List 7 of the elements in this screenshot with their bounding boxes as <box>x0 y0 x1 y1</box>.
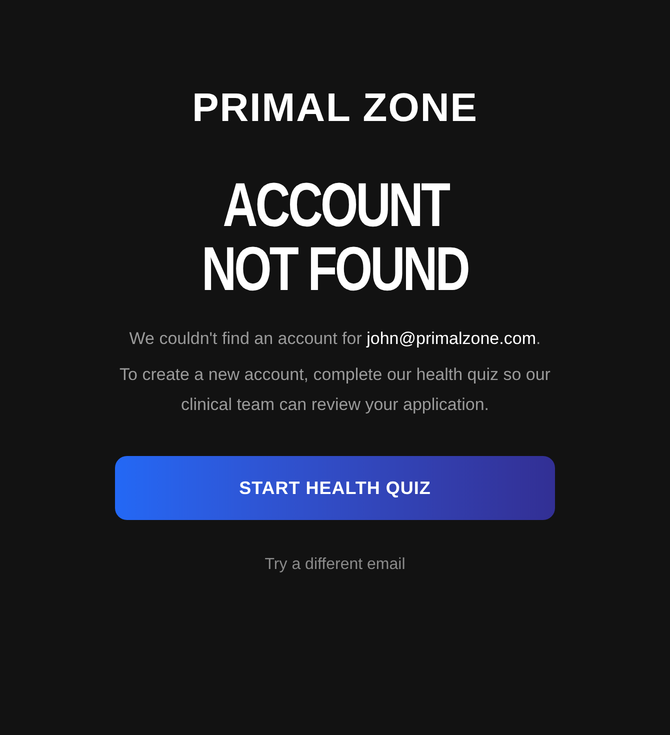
brand-logo: PRIMAL ZONE <box>192 86 478 130</box>
explanation-text: To create a new account, complete our health quiz so our clinical team can review your application. <box>118 364 552 416</box>
page-heading: ACCOUNT <box>222 174 448 238</box>
page-heading: NOT FOUND <box>202 238 468 302</box>
not-found-message: We couldn't find an account for john@primalzone.com. <box>128 328 542 350</box>
different-email-link[interactable]: Try a different email <box>264 553 406 577</box>
start-quiz-button[interactable]: START HEALTH QUIZ <box>115 456 555 520</box>
